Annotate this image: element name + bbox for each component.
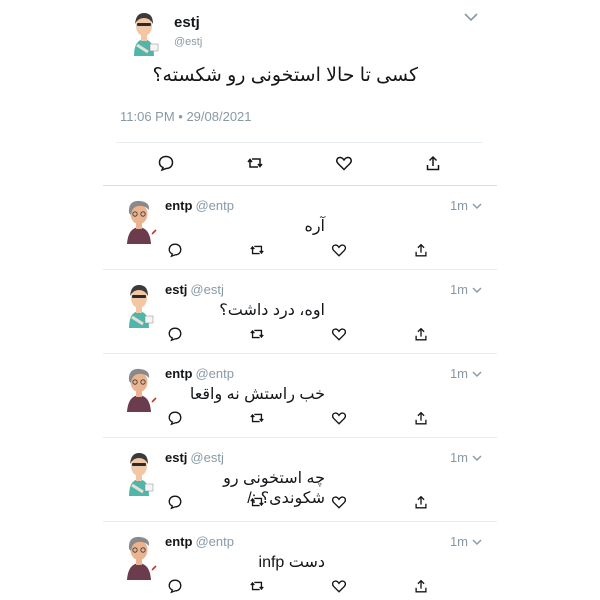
reply-text: آره: [304, 218, 325, 235]
estj-avatar[interactable]: [119, 280, 159, 328]
author-name[interactable]: entp: [165, 366, 192, 381]
reply-time-menu[interactable]: 1m: [450, 282, 483, 297]
reply-time: 1m: [449, 198, 468, 213]
reply-icon[interactable]: [157, 154, 175, 172]
share-icon[interactable]: [413, 242, 429, 258]
retweet-icon[interactable]: [249, 326, 265, 342]
reply-icon[interactable]: [167, 410, 183, 426]
reply-meta: entp @entp: [165, 198, 234, 213]
share-icon[interactable]: [413, 326, 429, 342]
reply-tweet[interactable]: entp @entp 1m دست infp: [103, 522, 497, 600]
author-handle[interactable]: @estj: [190, 450, 223, 465]
retweet-icon[interactable]: [246, 154, 264, 172]
divider: [116, 142, 482, 143]
reply-time: 1m: [449, 450, 468, 465]
entp-avatar[interactable]: [119, 364, 159, 412]
reply-meta: estj @estj: [165, 282, 224, 297]
reply-time-menu[interactable]: 1m: [450, 366, 483, 381]
like-icon[interactable]: [331, 410, 347, 426]
chevron-down-icon[interactable]: [471, 201, 483, 211]
author-name[interactable]: estj: [174, 14, 200, 31]
like-icon[interactable]: [331, 326, 347, 342]
reply-tweet[interactable]: entp @entp 1m آره: [103, 186, 497, 270]
author-handle[interactable]: @entp: [195, 534, 234, 549]
reply-time: 1m: [449, 534, 468, 549]
retweet-icon[interactable]: [249, 410, 265, 426]
reply-text: چه استخونی رو شکوندی؟ :/: [223, 470, 325, 507]
author-name[interactable]: estj: [165, 282, 187, 297]
reply-text: خب راستش نه واقعا: [189, 386, 325, 403]
reply-time: 1m: [449, 282, 468, 297]
estj-avatar[interactable]: [119, 448, 159, 496]
entp-avatar[interactable]: [119, 532, 159, 580]
like-icon[interactable]: [331, 494, 347, 510]
reply-time-menu[interactable]: 1m: [450, 534, 483, 549]
share-icon[interactable]: [413, 578, 429, 594]
chevron-down-icon[interactable]: [471, 537, 483, 547]
author-handle[interactable]: @entp: [195, 366, 234, 381]
reply-time: 1m: [449, 366, 468, 381]
reply-meta: entp @entp: [165, 534, 234, 549]
author-name[interactable]: entp: [165, 534, 192, 549]
retweet-icon[interactable]: [249, 242, 265, 258]
reply-tweet[interactable]: entp @entp 1m خب راستش نه واقعا: [103, 354, 497, 438]
chevron-down-icon[interactable]: [471, 369, 483, 379]
share-icon[interactable]: [413, 410, 429, 426]
reply-time-menu[interactable]: 1m: [450, 198, 483, 213]
reply-tweet[interactable]: estj @estj 1m اوه، درد داشت؟: [103, 270, 497, 354]
author-handle[interactable]: @estj: [174, 36, 202, 48]
reply-meta: entp @entp: [165, 366, 234, 381]
author-handle[interactable]: @estj: [190, 282, 223, 297]
tweet-timestamp[interactable]: 11:06 PM • 29/08/2021: [120, 109, 252, 124]
tweet-text: کسی تا حالا استخونی رو شکسته؟: [152, 65, 418, 86]
reply-time-menu[interactable]: 1m: [450, 450, 483, 465]
reply-icon[interactable]: [167, 578, 183, 594]
reply-icon[interactable]: [167, 242, 183, 258]
retweet-icon[interactable]: [249, 578, 265, 594]
reply-text: دست infp: [258, 554, 325, 571]
estj-avatar[interactable]: [124, 8, 164, 56]
reply-meta: estj @estj: [165, 450, 224, 465]
retweet-icon[interactable]: [249, 494, 265, 510]
entp-avatar[interactable]: [119, 196, 159, 244]
reply-tweet[interactable]: estj @estj 1m چه استخونی رو شکوندی؟ :/: [103, 438, 497, 522]
share-icon[interactable]: [413, 494, 429, 510]
chevron-down-icon[interactable]: [471, 285, 483, 295]
author-name[interactable]: estj: [165, 450, 187, 465]
reply-icon[interactable]: [167, 494, 183, 510]
reply-text: اوه، درد داشت؟: [219, 302, 325, 319]
chevron-down-icon[interactable]: [462, 10, 480, 24]
main-tweet: estj @estj کسی تا حالا استخونی رو شکسته؟…: [0, 0, 600, 186]
like-icon[interactable]: [331, 242, 347, 258]
chevron-down-icon[interactable]: [471, 453, 483, 463]
like-icon[interactable]: [331, 578, 347, 594]
reply-icon[interactable]: [167, 326, 183, 342]
like-icon[interactable]: [335, 154, 353, 172]
author-name[interactable]: entp: [165, 198, 192, 213]
author-handle[interactable]: @entp: [195, 198, 234, 213]
share-icon[interactable]: [424, 154, 442, 172]
